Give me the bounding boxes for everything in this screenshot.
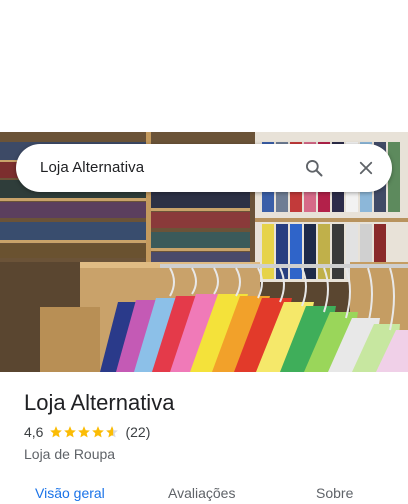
place-title: Loja Alternativa xyxy=(24,390,175,415)
star-icon xyxy=(64,426,77,438)
clear-search-button[interactable] xyxy=(348,150,384,186)
star-rating xyxy=(49,425,119,439)
search-input[interactable]: Loja Alternativa xyxy=(40,144,144,192)
tab-reviews[interactable]: Avaliações xyxy=(168,484,235,502)
half-star-icon xyxy=(106,426,119,438)
place-info: Loja Alternativa 4,6 (22) Loja de Roupa xyxy=(24,388,392,464)
search-icon xyxy=(306,160,323,177)
search-bar[interactable]: Loja Alternativa xyxy=(16,144,392,192)
star-icon xyxy=(78,426,91,438)
place-category: Loja de Roupa xyxy=(24,446,116,462)
place-tabs: Visão geral Avaliações Sobre xyxy=(0,478,408,504)
map-blank-area xyxy=(0,0,408,132)
close-icon xyxy=(359,161,373,175)
tab-about[interactable]: Sobre xyxy=(316,484,353,502)
review-count[interactable]: (22) xyxy=(125,424,150,440)
star-icon xyxy=(50,426,63,438)
tab-overview[interactable]: Visão geral xyxy=(35,484,105,502)
star-icon xyxy=(92,426,105,438)
rating-row[interactable]: 4,6 (22) xyxy=(24,422,392,442)
rating-value: 4,6 xyxy=(24,424,44,440)
search-button[interactable] xyxy=(296,150,332,186)
